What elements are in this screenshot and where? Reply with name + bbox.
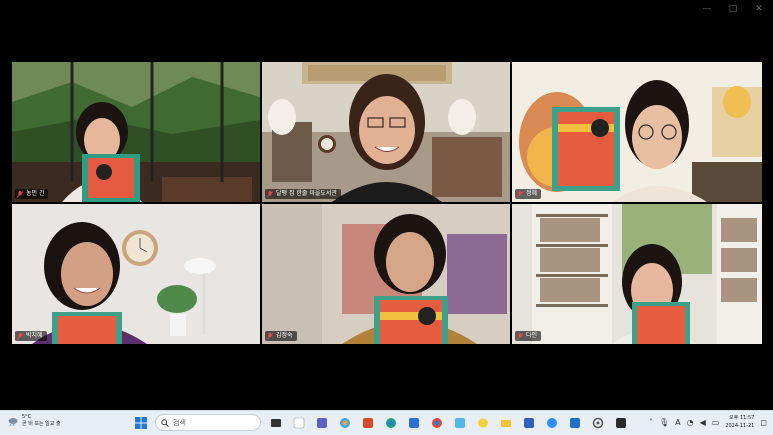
chevron-up-icon[interactable]: ˄ — [649, 418, 653, 427]
video-call-window: — □ ✕ 농민 긴 달팽 집 한줄 마을도서관 정혜 박지혜 김정숙 다인 — [0, 0, 773, 410]
participant-grid: 농민 긴 달팽 집 한줄 마을도서관 정혜 박지혜 김정숙 다인 — [12, 62, 762, 344]
taskbar-app-15[interactable] — [612, 414, 629, 431]
start-button[interactable] — [132, 414, 149, 431]
taskbar-app-10[interactable] — [497, 414, 514, 431]
system-tray: ˄ 🎙 A ◔ ◀ ▭ 오후 11:57 2024-11-21 ◻ — [649, 414, 767, 430]
weather-icon — [8, 418, 18, 426]
participant-name: 달팽 집 한줄 마을도서관 — [276, 190, 337, 197]
participant-name: 김정숙 — [276, 332, 293, 339]
taskbar-app-1[interactable] — [290, 414, 307, 431]
participant-nameplate: 박지혜 — [15, 331, 47, 341]
kakaotalk-app-icon — [477, 418, 488, 427]
search-placeholder: 검색 — [173, 418, 186, 427]
microphone-icon[interactable]: 🎙 — [659, 418, 669, 427]
participant-tile-2-active[interactable]: 달팽 집 한줄 마을도서관 — [262, 62, 510, 202]
files-app-icon — [293, 417, 304, 428]
clock-date: 2024-11-21 — [725, 423, 755, 429]
participant-tile-5[interactable]: 김정숙 — [262, 204, 510, 344]
taskbar-app-13[interactable] — [566, 414, 583, 431]
weather-widget[interactable]: 5°C 곧 비 또는 일교 출 — [8, 414, 61, 428]
participant-tile-6[interactable]: 다인 — [512, 204, 762, 344]
mic-muted-icon — [267, 332, 273, 340]
taskbar-app-8[interactable] — [451, 414, 468, 431]
terminal-app-icon — [615, 417, 626, 428]
weather-desc: 곧 비 또는 일교 출 — [22, 421, 61, 427]
participant-video-2 — [262, 62, 510, 202]
taskbar-app-9[interactable] — [474, 414, 491, 431]
participant-nameplate: 다인 — [515, 331, 542, 341]
participant-nameplate: 정혜 — [515, 189, 542, 199]
taskbar-app-14[interactable] — [589, 414, 606, 431]
edge-app-icon — [385, 417, 396, 428]
taskbar-search-box[interactable]: 검색 — [155, 414, 261, 431]
notification-bell-icon[interactable]: ◻ — [760, 418, 767, 427]
outlook-app-icon — [569, 417, 580, 428]
participant-tile-4[interactable]: 박지혜 — [12, 204, 260, 344]
taskbar-app-12[interactable] — [543, 414, 560, 431]
maps-app-icon — [454, 417, 465, 428]
taskbar-clock[interactable]: 오후 11:57 2024-11-21 — [725, 414, 754, 430]
participant-video-3 — [512, 62, 762, 202]
participant-tile-3[interactable]: 정혜 — [512, 62, 762, 202]
taskbar-app-11[interactable] — [520, 414, 537, 431]
windows-logo-icon — [134, 416, 147, 429]
battery-icon[interactable]: ▭ — [712, 418, 720, 427]
taskbar-app-2[interactable] — [313, 414, 330, 431]
participant-name: 다인 — [526, 332, 538, 339]
taskbar-app-7[interactable] — [428, 414, 445, 431]
settings-gear-icon — [592, 417, 603, 428]
windows-taskbar: 5°C 곧 비 또는 일교 출 검색 ˄ 🎙 A ◔ ◀ ▭ 오후 11:57 … — [0, 410, 773, 435]
participant-name: 농민 긴 — [26, 190, 45, 197]
mic-muted-icon — [17, 190, 23, 198]
participant-nameplate: 달팽 집 한줄 마을도서관 — [265, 189, 341, 199]
participant-video-4 — [12, 204, 260, 344]
teams-app-icon — [316, 417, 327, 428]
weather-temp: 5°C — [22, 414, 32, 420]
taskbar-app-3[interactable] — [336, 414, 353, 431]
copilot-app-icon — [339, 417, 350, 428]
window-controls: — □ ✕ — [701, 4, 765, 14]
task-view-button[interactable] — [267, 414, 284, 431]
clock-time: 오후 11:57 — [729, 415, 755, 421]
zoom-app-icon — [546, 417, 557, 428]
participant-name: 박지혜 — [26, 332, 43, 339]
taskbar-app-5[interactable] — [382, 414, 399, 431]
folder-icon — [500, 419, 511, 427]
maximize-button[interactable]: □ — [727, 4, 739, 14]
participant-name: 정혜 — [526, 190, 538, 197]
mic-muted-icon — [267, 190, 273, 198]
participant-nameplate: 김정숙 — [265, 331, 297, 341]
participant-video-6 — [512, 204, 762, 344]
task-view-icon — [270, 418, 281, 427]
participant-tile-1[interactable]: 농민 긴 — [12, 62, 260, 202]
mic-muted-icon — [17, 332, 23, 340]
participant-video-1 — [12, 62, 260, 202]
wifi-icon[interactable]: ◔ — [687, 418, 694, 427]
close-button[interactable]: ✕ — [753, 4, 765, 14]
chrome-app-icon — [431, 417, 442, 428]
participant-video-5 — [262, 204, 510, 344]
taskbar-app-4[interactable] — [359, 414, 376, 431]
volume-icon[interactable]: ◀ — [700, 418, 706, 427]
word-app-icon — [523, 417, 534, 428]
mic-muted-icon — [517, 332, 523, 340]
taskbar-apps: 검색 — [132, 414, 629, 431]
minimize-button[interactable]: — — [701, 4, 713, 14]
store-app-icon — [408, 417, 419, 428]
taskbar-app-6[interactable] — [405, 414, 422, 431]
mic-muted-icon — [517, 190, 523, 198]
office-app-icon — [362, 417, 373, 428]
input-language-indicator[interactable]: A — [675, 418, 680, 427]
participant-nameplate: 농민 긴 — [15, 189, 49, 199]
search-icon — [161, 418, 169, 427]
